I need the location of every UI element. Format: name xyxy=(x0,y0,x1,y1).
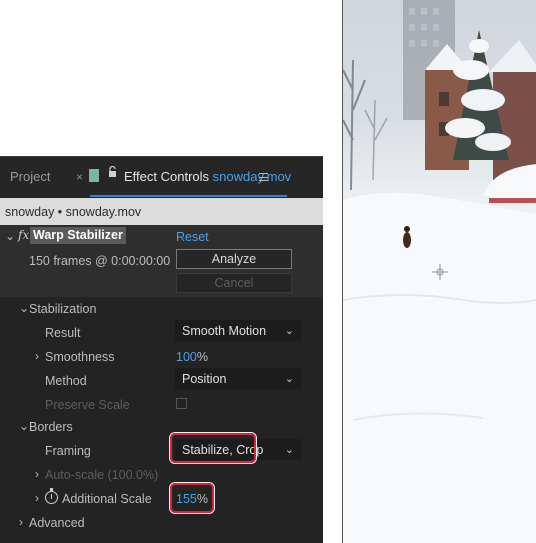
borders-label: Borders xyxy=(29,420,73,434)
label-color-swatch[interactable] xyxy=(89,169,99,182)
panel-tab-bar: Project × Effect Controls snowday.mov xyxy=(0,157,323,197)
smoothness-field: 100% xyxy=(176,350,208,364)
smoothness-unit: % xyxy=(196,350,208,364)
effect-controls-panel: Project × Effect Controls snowday.mov sn… xyxy=(0,156,323,543)
advanced-label: Advanced xyxy=(29,516,85,530)
chevron-right-icon: › xyxy=(35,467,39,481)
additional-scale-highlight xyxy=(170,483,214,513)
chevron-right-icon[interactable]: › xyxy=(35,491,39,505)
chevron-down-icon: ⌄ xyxy=(284,373,294,385)
result-label: Result xyxy=(45,326,81,340)
hamburger-menu-icon[interactable] xyxy=(259,173,268,181)
chevron-right-icon[interactable]: › xyxy=(19,515,23,529)
analyze-button[interactable]: Analyze xyxy=(176,249,292,269)
borders-section[interactable]: ⌄ Borders xyxy=(0,415,323,439)
tab-effect-controls-label: Effect Controls xyxy=(124,169,210,184)
lock-icon[interactable] xyxy=(108,166,117,178)
method-dropdown[interactable]: Position ⌄ xyxy=(175,368,301,389)
snow-scene-image xyxy=(343,0,536,543)
preserve-scale-checkbox[interactable] xyxy=(176,398,187,409)
reset-link[interactable]: Reset xyxy=(176,230,209,244)
stabilization-section[interactable]: ⌄ Stabilization xyxy=(0,297,323,321)
result-value: Smooth Motion xyxy=(182,324,267,338)
effect-name[interactable]: Warp Stabilizer xyxy=(30,227,126,244)
smoothness-row: › Smoothness 100% xyxy=(0,345,323,369)
preserve-scale-row: Preserve Scale xyxy=(0,393,323,417)
smoothness-label: Smoothness xyxy=(45,350,115,364)
chevron-down-icon[interactable]: ⌄ xyxy=(5,229,15,243)
cancel-button[interactable]: Cancel xyxy=(176,273,292,293)
additional-scale-row: › Additional Scale 155% xyxy=(0,487,323,511)
smoothness-value[interactable]: 100 xyxy=(176,350,197,364)
active-tab-indicator xyxy=(90,195,287,197)
layer-breadcrumb: snowday • snowday.mov xyxy=(0,198,323,225)
method-value: Position xyxy=(182,372,227,386)
video-preview-frame xyxy=(342,0,536,543)
framing-label: Framing xyxy=(45,444,91,458)
effect-header-row: ⌄ fx Warp Stabilizer Reset xyxy=(0,225,323,249)
advanced-section[interactable]: › Advanced xyxy=(0,511,323,535)
autoscale-row: › Auto-scale (100.0%) xyxy=(0,463,323,487)
method-label: Method xyxy=(45,374,87,388)
tab-effect-controls-file[interactable]: snowday.mov xyxy=(213,169,292,184)
result-dropdown[interactable]: Smooth Motion ⌄ xyxy=(175,320,301,341)
fx-toggle-icon[interactable]: fx xyxy=(18,228,29,242)
chevron-down-icon: ⌄ xyxy=(284,325,294,337)
additional-scale-label: Additional Scale xyxy=(62,492,152,506)
layer-breadcrumb-text: snowday • snowday.mov xyxy=(5,205,142,219)
close-tab-icon[interactable]: × xyxy=(76,170,83,184)
stopwatch-icon[interactable] xyxy=(45,488,58,504)
chevron-right-icon[interactable]: › xyxy=(35,349,39,363)
frames-info: 150 frames @ 0:00:00:00 xyxy=(29,254,171,268)
framing-highlight xyxy=(170,433,256,463)
tab-project[interactable]: Project xyxy=(10,169,50,184)
autoscale-label: Auto-scale (100.0%) xyxy=(45,468,159,482)
chevron-down-icon[interactable]: ⌄ xyxy=(19,301,29,315)
preserve-scale-label: Preserve Scale xyxy=(45,398,130,412)
stabilization-label: Stabilization xyxy=(29,302,97,316)
chevron-down-icon: ⌄ xyxy=(284,444,294,456)
chevron-down-icon[interactable]: ⌄ xyxy=(19,419,29,433)
